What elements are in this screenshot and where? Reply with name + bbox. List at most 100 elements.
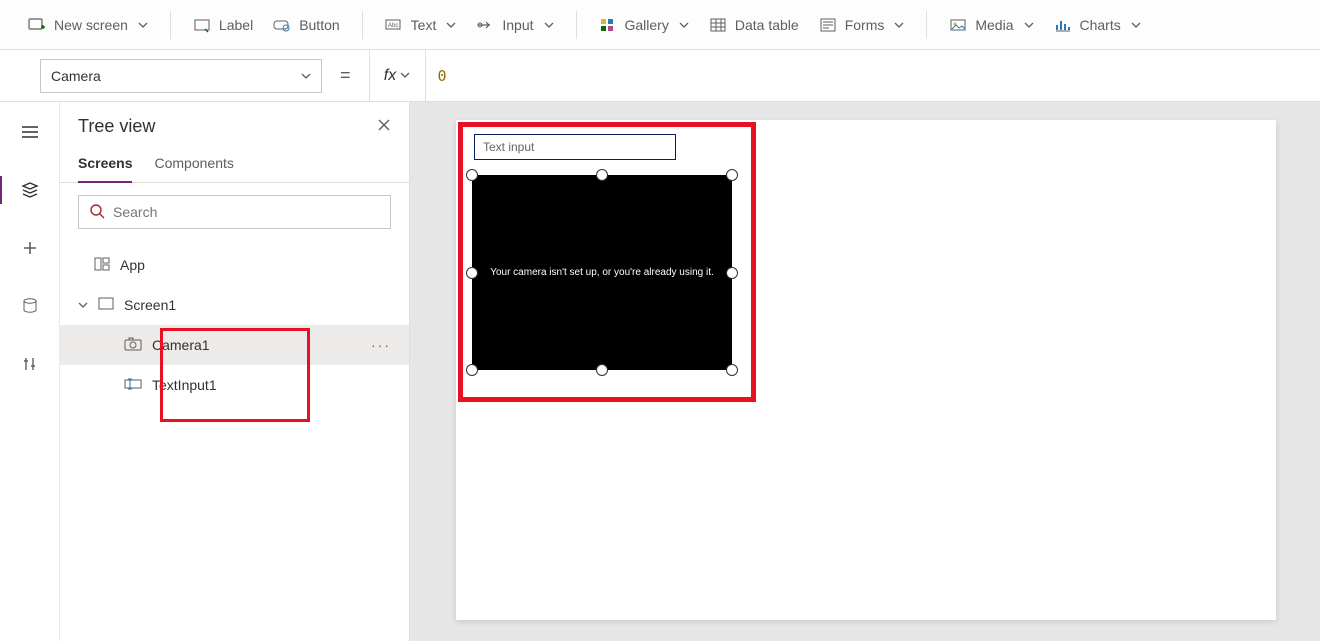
- selection-handle[interactable]: [466, 169, 478, 181]
- selection-handle[interactable]: [596, 169, 608, 181]
- canvas-camera[interactable]: Your camera isn't set up, or you're alre…: [472, 175, 732, 370]
- hamburger-icon: [21, 125, 39, 139]
- charts-dd-button[interactable]: Charts: [1044, 10, 1151, 40]
- datatable-icon: [709, 16, 727, 34]
- chevron-down-icon: [894, 17, 904, 33]
- chevron-down-icon: [1024, 17, 1034, 33]
- media-dd-button[interactable]: Media: [939, 10, 1043, 40]
- app-icon: [94, 257, 110, 274]
- ribbon-toolbar: New screen Label Button Abc Text: [0, 0, 1320, 50]
- property-dropdown[interactable]: Camera: [40, 59, 322, 93]
- input-icon: [476, 16, 494, 34]
- close-tree-button[interactable]: [377, 118, 391, 135]
- text-icon: Abc: [385, 16, 403, 34]
- tree-view-title: Tree view: [78, 116, 155, 137]
- selection-handle[interactable]: [726, 169, 738, 181]
- plus-icon: [21, 239, 39, 257]
- canvas-textinput[interactable]: Text input: [474, 134, 676, 160]
- tree-search-input[interactable]: [113, 204, 380, 220]
- insert-rail-button[interactable]: [10, 230, 50, 266]
- tree-search-box[interactable]: [78, 195, 391, 229]
- svg-text:Abc: Abc: [388, 23, 398, 29]
- screen-plus-icon: [28, 16, 46, 34]
- separator: [362, 11, 363, 39]
- database-icon: [21, 297, 39, 315]
- tools-rail-button[interactable]: [10, 346, 50, 382]
- canvas-textinput-value: Text input: [483, 140, 534, 154]
- label-btn-label: Label: [219, 17, 253, 33]
- tree-row-app[interactable]: App: [60, 245, 409, 285]
- charts-dd-label: Charts: [1080, 17, 1121, 33]
- data-rail-button[interactable]: [10, 288, 50, 324]
- gallery-dd-button[interactable]: Gallery: [589, 10, 699, 40]
- input-dd-label: Input: [502, 17, 533, 33]
- formula-input[interactable]: 0: [426, 67, 1320, 85]
- text-dd-label: Text: [411, 17, 437, 33]
- new-screen-button[interactable]: New screen: [18, 10, 158, 40]
- equals-label: =: [332, 65, 359, 86]
- datatable-label: Data table: [735, 17, 799, 33]
- button-icon: [273, 16, 291, 34]
- formula-bar: Camera = fx 0: [0, 50, 1320, 102]
- chevron-down-icon: [544, 17, 554, 33]
- selection-handle[interactable]: [466, 267, 478, 279]
- fx-button[interactable]: fx: [370, 50, 426, 101]
- tools-icon: [21, 355, 39, 373]
- property-label: Camera: [51, 68, 101, 84]
- tree-label-camera1: Camera1: [152, 337, 210, 353]
- camera-icon: [124, 337, 142, 354]
- treeview-rail-button[interactable]: [10, 172, 50, 208]
- tree-label-textinput1: TextInput1: [152, 377, 217, 393]
- forms-dd-button[interactable]: Forms: [809, 10, 915, 40]
- label-button[interactable]: Label: [183, 10, 263, 40]
- close-icon: [377, 118, 391, 132]
- left-rail: [0, 102, 60, 641]
- more-button[interactable]: ···: [371, 337, 391, 353]
- tab-screens[interactable]: Screens: [78, 149, 132, 183]
- screen-canvas[interactable]: Text input Your camera isn't set up, or …: [456, 120, 1276, 620]
- textinput-icon: [124, 377, 142, 393]
- canvas-area: Text input Your camera isn't set up, or …: [410, 102, 1320, 641]
- chevron-down-icon: [301, 68, 311, 84]
- chevron-down-icon: [400, 67, 410, 85]
- chevron-down-icon: [446, 17, 456, 33]
- search-icon: [89, 203, 105, 222]
- main-area: Tree view Screens Components App: [0, 102, 1320, 641]
- gallery-icon: [599, 16, 617, 34]
- fx-label-text: fx: [384, 67, 396, 85]
- tree-label-app: App: [120, 257, 145, 273]
- chevron-down-icon: [1131, 17, 1141, 33]
- button-btn-label: Button: [299, 17, 339, 33]
- selection-handle[interactable]: [596, 364, 608, 376]
- tree-view-panel: Tree view Screens Components App: [60, 102, 410, 641]
- tree-row-textinput1[interactable]: TextInput1: [60, 365, 409, 405]
- separator: [926, 11, 927, 39]
- label-icon: [193, 16, 211, 34]
- button-button[interactable]: Button: [263, 10, 349, 40]
- forms-dd-label: Forms: [845, 17, 885, 33]
- gallery-dd-label: Gallery: [625, 17, 669, 33]
- chevron-down-icon: [78, 297, 88, 313]
- new-screen-label: New screen: [54, 17, 128, 33]
- canvas-camera-msg: Your camera isn't set up, or you're alre…: [490, 267, 714, 278]
- charts-icon: [1054, 16, 1072, 34]
- layers-icon: [21, 181, 39, 199]
- hamburger-button[interactable]: [10, 114, 50, 150]
- datatable-button[interactable]: Data table: [699, 10, 809, 40]
- screen-icon: [98, 297, 114, 313]
- input-dd-button[interactable]: Input: [466, 10, 563, 40]
- separator: [576, 11, 577, 39]
- tab-components[interactable]: Components: [154, 149, 233, 182]
- text-dd-button[interactable]: Abc Text: [375, 10, 467, 40]
- media-icon: [949, 16, 967, 34]
- chevron-down-icon: [679, 17, 689, 33]
- separator: [170, 11, 171, 39]
- tree-row-camera1[interactable]: Camera1 ···: [60, 325, 409, 365]
- tree-row-screen1[interactable]: Screen1: [60, 285, 409, 325]
- selection-handle[interactable]: [726, 267, 738, 279]
- forms-icon: [819, 16, 837, 34]
- selection-handle[interactable]: [466, 364, 478, 376]
- media-dd-label: Media: [975, 17, 1013, 33]
- tree-list: App Screen1 Camera1 ··· TextInput1: [60, 241, 409, 409]
- selection-handle[interactable]: [726, 364, 738, 376]
